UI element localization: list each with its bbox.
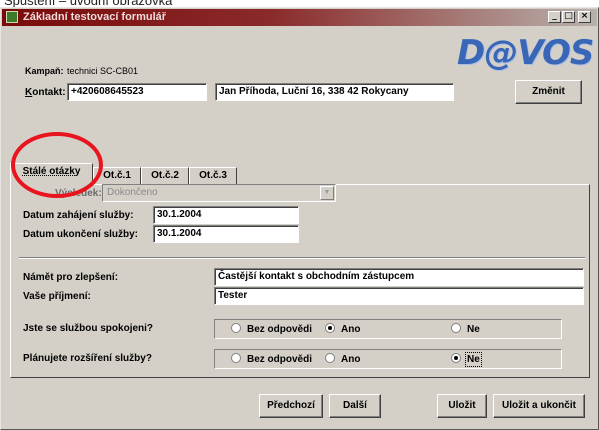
radio-icon	[325, 353, 335, 363]
end-date-field[interactable]: 30.1.2004	[153, 225, 299, 243]
chevron-down-icon[interactable]: ▼	[320, 186, 334, 200]
improvement-label: Námět pro zlepšení:	[23, 272, 119, 283]
q2-radio-group: Bez odpovědi Ano Ne	[214, 349, 562, 369]
result-select[interactable]: Dokončeno ▼	[102, 184, 336, 202]
next-button[interactable]: Další	[329, 394, 381, 418]
improvement-field[interactable]: Častější kontakt s obchodním zástupcem	[214, 268, 584, 286]
q1-label: Jste se službou spokojeni?	[23, 323, 154, 334]
q2-option-yes[interactable]: Ano	[325, 353, 360, 367]
start-date-label: Datum zahájení služby:	[23, 210, 134, 221]
separator	[19, 257, 585, 259]
radio-icon	[231, 323, 241, 333]
result-label: Výsledek:	[55, 188, 102, 199]
radio-icon	[231, 353, 241, 363]
contact-name-field[interactable]: Jan Příhoda, Luční 16, 338 42 Rokycany	[215, 83, 454, 101]
q1-option-no[interactable]: Ne	[451, 323, 480, 337]
tab-question-1[interactable]: Ot.č.1	[93, 167, 141, 185]
tab-question-2[interactable]: Ot.č.2	[141, 167, 189, 185]
contact-label: Kontakt:	[25, 87, 66, 98]
q1-radio-group: Bez odpovědi Ano Ne	[214, 319, 562, 339]
close-button[interactable]: ×	[578, 11, 591, 23]
result-value: Dokončeno	[107, 187, 158, 198]
window-title: Základní testovací formulář	[23, 11, 167, 23]
app-window: Základní testovací formulář _ □ × D@VOS …	[0, 7, 599, 430]
davos-logo: D@VOS	[457, 33, 594, 73]
q2-label: Plánujete rozšíření služby?	[23, 353, 152, 364]
q2-option-no[interactable]: Ne	[451, 352, 482, 367]
start-date-field[interactable]: 30.1.2004	[153, 206, 299, 224]
end-date-label: Datum ukončení služby:	[23, 229, 139, 240]
save-button[interactable]: Uložit	[437, 394, 487, 418]
maximize-button[interactable]: □	[562, 11, 575, 23]
tab-label: Stálé otázky	[22, 166, 81, 177]
minimize-button[interactable]: _	[548, 11, 561, 23]
surname-label: Vaše příjmení:	[23, 291, 91, 302]
q2-option-no-answer[interactable]: Bez odpovědi	[231, 353, 312, 367]
radio-selected-icon	[325, 323, 335, 333]
contact-phone-field[interactable]: +420608645523	[67, 83, 207, 101]
change-button[interactable]: Změnit	[515, 80, 582, 104]
campaign-value: technici SC-CB01	[67, 66, 139, 76]
surname-field[interactable]: Tester	[214, 287, 584, 305]
q1-option-no-answer[interactable]: Bez odpovědi	[231, 323, 312, 337]
save-and-finish-button[interactable]: Uložit a ukončit	[493, 394, 585, 418]
tab-permanent-questions[interactable]: Stálé otázky	[10, 163, 93, 186]
app-icon	[6, 11, 18, 23]
campaign-label: Kampaň:	[25, 66, 64, 76]
tab-question-3[interactable]: Ot.č.3	[189, 167, 237, 185]
title-bar[interactable]: Základní testovací formulář _ □ ×	[2, 9, 597, 26]
previous-button[interactable]: Předchozí	[259, 394, 323, 418]
radio-selected-icon	[451, 353, 461, 363]
radio-icon	[451, 323, 461, 333]
q1-option-yes[interactable]: Ano	[325, 323, 360, 337]
